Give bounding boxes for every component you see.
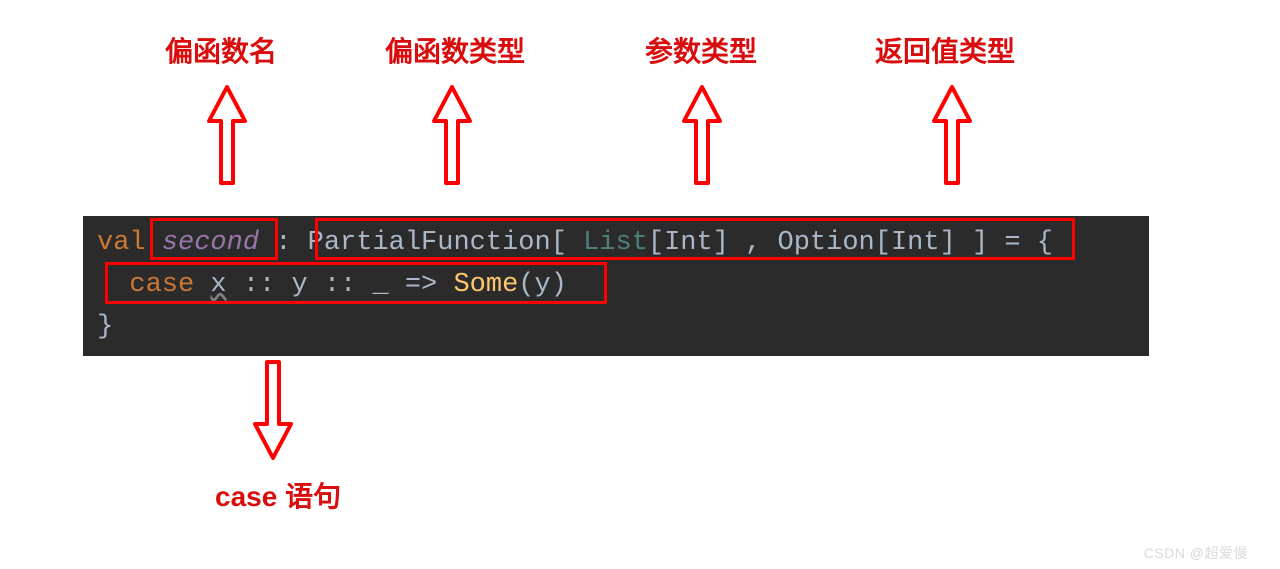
label-arg-type: 参数类型 <box>645 30 757 70</box>
highlight-type-sig <box>315 218 1075 260</box>
label-fn-type: 偏函数类型 <box>385 30 525 70</box>
highlight-fn-name <box>150 218 278 260</box>
arrow-down-icon <box>251 360 295 460</box>
arrow-up-icon <box>205 85 249 185</box>
arrow-up-icon <box>430 85 474 185</box>
label-case-stmt: case 语句 <box>215 475 341 515</box>
arrow-up-icon <box>930 85 974 185</box>
code-rbrace: } <box>97 312 113 342</box>
diagram-container: 偏函数名 偏函数类型 参数类型 返回值类型 val second : Parti… <box>75 0 1165 569</box>
watermark: CSDN @超爱慢 <box>1144 543 1248 563</box>
label-fn-name: 偏函数名 <box>165 30 277 70</box>
highlight-case-stmt <box>105 262 607 304</box>
arrow-up-icon <box>680 85 724 185</box>
code-keyword-val: val <box>97 228 146 258</box>
label-ret-type: 返回值类型 <box>875 30 1015 70</box>
